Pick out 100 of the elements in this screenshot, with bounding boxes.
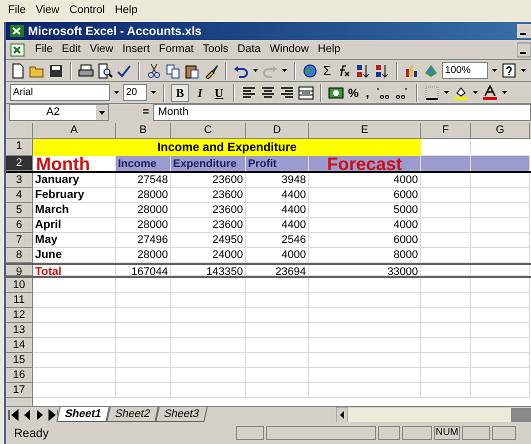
empty-cell bbox=[421, 383, 471, 398]
zoom-field[interactable]: 100% bbox=[442, 62, 488, 79]
underline-button[interactable]: U bbox=[211, 86, 227, 98]
empty-cell bbox=[421, 218, 471, 233]
menu-item[interactable]: Window bbox=[270, 41, 309, 58]
percent-button[interactable]: % bbox=[347, 86, 360, 98]
align-left-icon[interactable] bbox=[241, 84, 257, 100]
empty-cell bbox=[246, 308, 309, 323]
sort-descending-icon[interactable] bbox=[374, 62, 390, 78]
sheet-tab[interactable]: Sheet3 bbox=[155, 407, 208, 422]
caret-icon[interactable] bbox=[96, 104, 108, 120]
status-indicator: NUM bbox=[434, 426, 460, 440]
sheet-tab[interactable]: Sheet2 bbox=[106, 407, 159, 422]
menu-item[interactable]: File bbox=[35, 41, 53, 58]
first-sheet-icon[interactable] bbox=[6, 406, 19, 422]
empty-cell bbox=[421, 248, 471, 263]
italic-button[interactable]: I bbox=[192, 86, 208, 98]
menu-item[interactable]: View bbox=[90, 41, 114, 58]
bold-button[interactable]: B bbox=[171, 84, 189, 102]
merge-center-icon[interactable] bbox=[298, 84, 314, 100]
table-cell: Expenditure bbox=[171, 156, 246, 171]
menu-item[interactable]: Insert bbox=[122, 41, 150, 58]
globe-icon[interactable] bbox=[302, 62, 318, 78]
table-cell: 143350 bbox=[171, 265, 246, 276]
menu-item[interactable]: Tools bbox=[202, 41, 228, 58]
align-center-icon[interactable] bbox=[260, 84, 276, 100]
empty-cell bbox=[246, 383, 309, 398]
comma-button[interactable]: , bbox=[362, 86, 372, 99]
equals-label: = bbox=[142, 105, 150, 120]
font-size-field[interactable]: 20 bbox=[123, 84, 147, 101]
row-header[interactable]: 4 bbox=[6, 188, 33, 203]
row-header[interactable]: 11 bbox=[6, 293, 33, 308]
help-icon[interactable] bbox=[501, 62, 518, 78]
row-header[interactable]: 13 bbox=[6, 323, 33, 338]
menu-item[interactable]: Format bbox=[158, 41, 194, 58]
borders-icon[interactable] bbox=[424, 84, 440, 100]
new-file-icon[interactable] bbox=[10, 62, 26, 78]
minimize-icon[interactable] bbox=[517, 42, 531, 58]
font-color-icon[interactable] bbox=[482, 84, 498, 100]
copy-icon[interactable] bbox=[165, 62, 181, 78]
menu-item[interactable]: Control bbox=[69, 2, 105, 18]
name-box[interactable]: A2 bbox=[9, 104, 109, 121]
row-header[interactable]: 6 bbox=[6, 218, 33, 233]
workbook-icon[interactable] bbox=[10, 42, 26, 58]
scroll-left-icon[interactable] bbox=[336, 406, 348, 422]
menu-item[interactable]: Help bbox=[318, 41, 340, 58]
table-cell: 33000 bbox=[309, 265, 421, 276]
row-header[interactable]: 12 bbox=[6, 308, 33, 323]
row-header[interactable]: 1 bbox=[6, 139, 33, 156]
menu-item[interactable]: Data bbox=[237, 41, 261, 58]
row-header[interactable]: 9 bbox=[6, 265, 33, 276]
empty-cell bbox=[421, 308, 471, 323]
autosum-button[interactable]: Σ bbox=[321, 64, 334, 77]
clipboard-icon[interactable] bbox=[184, 62, 200, 78]
brush-icon[interactable] bbox=[203, 62, 219, 78]
currency-icon[interactable] bbox=[328, 84, 344, 100]
menu-item[interactable]: File bbox=[8, 2, 26, 18]
sort-ascending-icon[interactable] bbox=[355, 62, 372, 78]
table-cell: 28000 bbox=[116, 248, 171, 263]
print-preview-icon[interactable] bbox=[97, 62, 113, 78]
sheet-tab[interactable]: Sheet1 bbox=[56, 407, 110, 422]
minimize-icon[interactable] bbox=[517, 23, 531, 39]
row-header[interactable]: 17 bbox=[6, 383, 33, 398]
empty-cell bbox=[471, 218, 530, 233]
row-header[interactable]: 2 bbox=[6, 156, 33, 171]
empty-cell bbox=[421, 173, 471, 188]
table-cell: 24950 bbox=[171, 233, 246, 248]
checkmark-icon[interactable] bbox=[116, 62, 132, 78]
fill-color-icon[interactable] bbox=[453, 84, 470, 100]
row-header[interactable]: 14 bbox=[6, 338, 33, 353]
menu-item[interactable]: View bbox=[36, 2, 60, 18]
column-header[interactable]: G bbox=[471, 123, 530, 139]
printer-icon[interactable] bbox=[78, 62, 94, 78]
empty-cell bbox=[246, 368, 309, 383]
row-header[interactable]: 10 bbox=[6, 278, 33, 293]
row-header[interactable]: 16 bbox=[6, 368, 33, 383]
font-field[interactable]: Arial bbox=[10, 84, 110, 101]
scissors-icon[interactable] bbox=[146, 62, 162, 78]
drawing-icon[interactable] bbox=[423, 62, 440, 78]
row-header[interactable]: 5 bbox=[6, 203, 33, 218]
empty-cell bbox=[421, 338, 471, 353]
menu-item[interactable]: Help bbox=[114, 2, 138, 18]
empty-cell bbox=[421, 353, 471, 368]
row-header[interactable]: 15 bbox=[6, 353, 33, 368]
floppy-icon[interactable] bbox=[48, 62, 64, 78]
row-header[interactable]: 7 bbox=[6, 233, 33, 248]
column-header[interactable]: F bbox=[421, 123, 471, 139]
empty-cell bbox=[471, 188, 530, 203]
empty-cell bbox=[421, 368, 471, 383]
horizontal-scrollbar[interactable] bbox=[348, 408, 531, 422]
formula-field[interactable]: Month bbox=[153, 104, 531, 121]
row-header[interactable]: 8 bbox=[6, 248, 33, 263]
table-cell: 4400 bbox=[246, 218, 309, 233]
align-right-icon[interactable] bbox=[279, 84, 295, 100]
empty-cell bbox=[116, 368, 171, 383]
empty-cell bbox=[421, 203, 471, 218]
menu-item[interactable]: Edit bbox=[62, 41, 81, 58]
empty-cell bbox=[471, 248, 530, 263]
row-header[interactable]: 3 bbox=[6, 173, 33, 188]
excel-icon bbox=[9, 23, 25, 39]
